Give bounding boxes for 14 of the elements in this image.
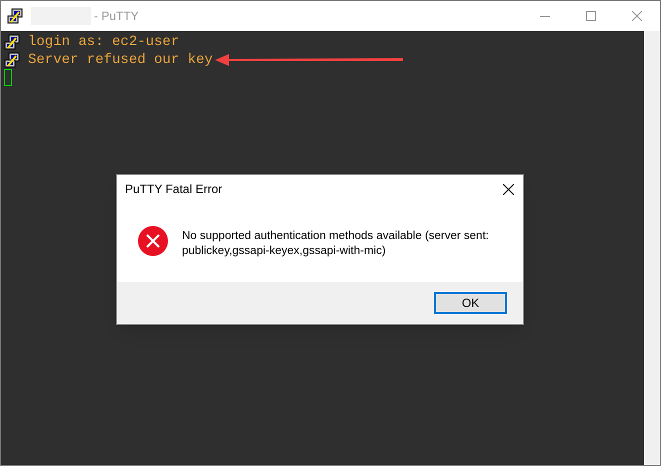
maximize-icon [586, 11, 596, 21]
terminal-line: Server refused our key [28, 50, 213, 70]
close-icon [502, 184, 514, 194]
terminal-line: login as: ec2-user [28, 32, 180, 52]
ok-button[interactable]: OK [434, 292, 507, 314]
error-message: No supported authentication methods available (server sent: publickey,gssapi-keyex,gssapi-with-mic) [182, 229, 490, 259]
error-icon [138, 226, 168, 256]
computer-icon [7, 8, 23, 24]
cursor [4, 69, 12, 86]
computer-icon [4, 34, 20, 50]
computer-icon [4, 52, 20, 68]
dialog-title: PuTTY Fatal Error [125, 181, 222, 198]
close-icon [632, 11, 642, 21]
window-title: - PuTTY [94, 8, 139, 25]
